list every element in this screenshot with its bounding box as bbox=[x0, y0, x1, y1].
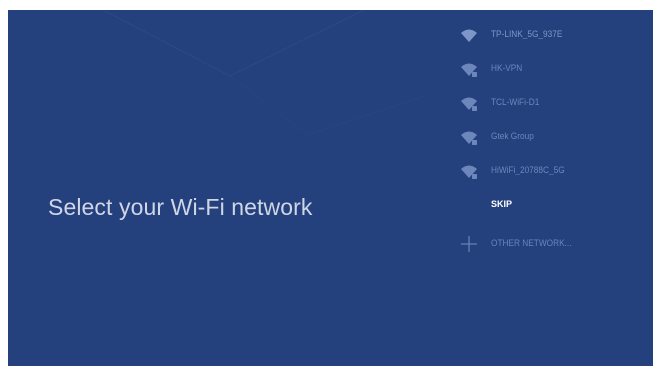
network-item[interactable]: Gtek Group bbox=[454, 127, 644, 149]
network-list: TP-LINK_5G_937E HK-VPN TCL-WiFi-D1 Gtek … bbox=[454, 10, 653, 366]
other-network-button[interactable]: OTHER NETWORK... bbox=[454, 233, 644, 255]
network-name: Gtek Group bbox=[491, 131, 534, 141]
network-item[interactable]: TCL-WiFi-D1 bbox=[454, 93, 644, 115]
network-name: HK-VPN bbox=[491, 63, 523, 73]
other-network-label: OTHER NETWORK... bbox=[491, 238, 572, 248]
network-item[interactable]: HK-VPN bbox=[454, 59, 644, 81]
skip-button[interactable]: SKIP bbox=[491, 199, 512, 209]
network-item[interactable]: TP-LINK_5G_937E bbox=[454, 25, 644, 47]
wifi-setup-screen: Select your Wi-Fi network TP-LINK_5G_937… bbox=[8, 10, 653, 366]
network-name: TCL-WiFi-D1 bbox=[491, 97, 540, 107]
wifi-lock-icon bbox=[461, 97, 477, 111]
wifi-lock-icon bbox=[461, 131, 477, 145]
plus-icon bbox=[461, 236, 477, 252]
page-title: Select your Wi-Fi network bbox=[48, 194, 313, 220]
network-item[interactable]: HiWiFi_20788C_5G bbox=[454, 161, 644, 183]
network-name: HiWiFi_20788C_5G bbox=[491, 165, 565, 175]
wifi-lock-icon bbox=[461, 63, 477, 77]
wifi-lock-icon bbox=[461, 165, 477, 179]
wifi-icon bbox=[461, 29, 477, 42]
network-name: TP-LINK_5G_937E bbox=[491, 29, 563, 39]
